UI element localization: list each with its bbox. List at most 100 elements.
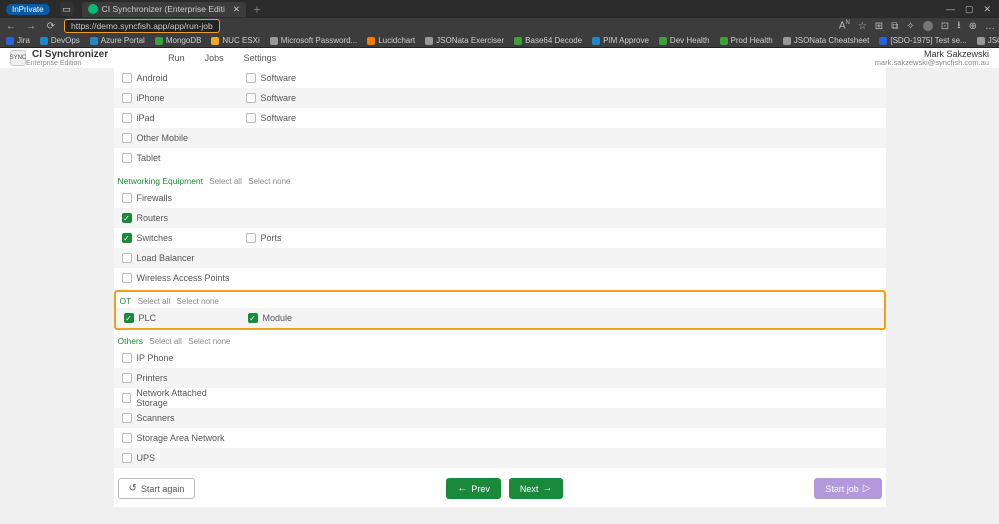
checkbox[interactable] — [122, 433, 132, 443]
menu-icon[interactable]: … — [985, 21, 995, 32]
next-button[interactable]: Next → — [509, 478, 564, 499]
checkbox[interactable] — [122, 133, 132, 143]
checkbox[interactable] — [246, 73, 256, 83]
app-header: SYNC CI Synchronizer Enterprise Edition … — [0, 48, 999, 68]
checkbox[interactable] — [122, 393, 132, 403]
downloads-icon[interactable]: ⭳ — [957, 18, 961, 35]
nav-forward-icon[interactable]: → — [24, 19, 38, 33]
ext-icon[interactable]: AN — [839, 20, 850, 31]
nav-settings[interactable]: Settings — [244, 53, 277, 63]
bookmark-item[interactable]: DevOps — [40, 36, 80, 45]
option-label: Storage Area Network — [137, 433, 225, 443]
bookmark-item[interactable]: [SDO-1975] Test se... — [879, 36, 966, 45]
ext2-icon[interactable]: ⊞ — [875, 21, 883, 32]
checkbox[interactable] — [122, 253, 132, 263]
restart-icon: ↺ — [129, 483, 137, 494]
app-subtitle: Enterprise Edition — [26, 60, 108, 67]
option-row: Load Balancer — [114, 248, 886, 268]
select-none-ot[interactable]: Select none — [177, 297, 219, 306]
option-row: UPS — [114, 448, 886, 468]
nav-reload-icon[interactable]: ⟳ — [44, 19, 58, 33]
tab-title: CI Synchronizer (Enterprise Editi — [102, 4, 225, 14]
checkbox[interactable]: ✓ — [248, 313, 258, 323]
checkbox[interactable] — [122, 73, 132, 83]
option-label: Printers — [137, 373, 168, 383]
bookmark-item[interactable]: PIM Approve — [592, 36, 649, 45]
bookmark-favicon-icon — [720, 37, 728, 45]
new-tab-button[interactable]: ＋ — [250, 2, 264, 16]
window-icon[interactable]: ▭ — [60, 2, 74, 16]
bookmark-bar: Jira DevOps Azure Portal MongoDB NUC ESXi Mic… — [0, 34, 999, 48]
select-none-others[interactable]: Select none — [188, 337, 230, 346]
checkbox[interactable]: ✓ — [122, 213, 132, 223]
checkbox[interactable]: ✓ — [122, 233, 132, 243]
section-title-networking: Networking Equipment — [118, 176, 204, 186]
bookmark-favicon-icon — [367, 37, 375, 45]
option-label: Load Balancer — [137, 253, 195, 263]
option-row: ✓SwitchesPorts — [114, 228, 886, 248]
checkbox[interactable] — [122, 153, 132, 163]
nav-back-icon[interactable]: ← — [4, 19, 18, 33]
ext3-icon[interactable]: ✧ — [906, 21, 914, 32]
browser-tab[interactable]: CI Synchronizer (Enterprise Editi ✕ — [82, 2, 246, 17]
bookmark-item[interactable]: Azure Portal — [90, 36, 145, 45]
select-all-ot[interactable]: Select all — [138, 297, 170, 306]
ext5-icon[interactable]: ⊕ — [969, 21, 977, 32]
bookmark-item[interactable]: MongoDB — [155, 36, 202, 45]
bookmark-item[interactable]: NUC ESXi — [211, 36, 259, 45]
bookmark-item[interactable]: Base64 Decode — [514, 36, 582, 45]
checkbox[interactable] — [122, 193, 132, 203]
window-minimize-icon[interactable]: — — [946, 4, 955, 15]
bookmark-favicon-icon — [40, 37, 48, 45]
browser-toolbar: ← → ⟳ https://demo.syncfish.app/app/run-… — [0, 18, 999, 34]
bookmark-favicon-icon — [6, 37, 14, 45]
checkbox[interactable] — [246, 93, 256, 103]
checkbox[interactable] — [122, 113, 132, 123]
ext4-icon[interactable]: ⊡ — [941, 21, 949, 32]
address-bar[interactable]: https://demo.syncfish.app/app/run-job — [64, 19, 220, 33]
collections-icon[interactable]: ⧉ — [891, 21, 898, 32]
bookmark-item[interactable]: Prod Health — [720, 36, 773, 45]
next-label: Next — [520, 484, 539, 494]
checkbox[interactable] — [246, 233, 256, 243]
page-viewport: SYNC CI Synchronizer Enterprise Edition … — [0, 48, 999, 524]
bookmark-item[interactable]: JSONata Exerciser — [425, 36, 504, 45]
bookmark-favicon-icon — [592, 37, 600, 45]
bookmark-favicon-icon — [211, 37, 219, 45]
bookmark-item[interactable]: Microsoft Password... — [270, 36, 357, 45]
nav-run[interactable]: Run — [168, 53, 185, 63]
start-again-button[interactable]: ↺ Start again — [118, 478, 196, 499]
checkbox[interactable] — [122, 413, 132, 423]
bookmark-item[interactable]: Dev Health — [659, 36, 710, 45]
section-head-networking: Networking Equipment Select all Select n… — [114, 168, 886, 188]
checkbox[interactable] — [122, 373, 132, 383]
bookmark-label: Microsoft Password... — [281, 36, 357, 45]
option-row: iPadSoftware — [114, 108, 886, 128]
checkbox[interactable] — [122, 453, 132, 463]
option-label: UPS — [137, 453, 156, 463]
tab-close-icon[interactable]: ✕ — [233, 4, 240, 15]
checkbox[interactable] — [246, 113, 256, 123]
window-maximize-icon[interactable]: ▢ — [965, 4, 974, 15]
browser-titlebar: InPrivate ▭ CI Synchronizer (Enterprise … — [0, 0, 999, 18]
checkbox[interactable] — [122, 273, 132, 283]
select-all-networking[interactable]: Select all — [209, 177, 241, 186]
bookmark-item[interactable]: Lucidchart — [367, 36, 415, 45]
start-job-button[interactable]: Start job ▷ — [814, 478, 881, 499]
favorites-icon[interactable]: ☆ — [858, 21, 867, 32]
option-label: Switches — [137, 233, 173, 243]
nav-jobs[interactable]: Jobs — [205, 53, 224, 63]
option-label: Other Mobile — [137, 133, 189, 143]
profile-icon[interactable] — [923, 21, 933, 31]
select-none-networking[interactable]: Select none — [248, 177, 290, 186]
wizard-footer: ↺ Start again ← Prev Next → Start job ▷ — [114, 468, 886, 507]
checkbox[interactable] — [122, 93, 132, 103]
bookmark-item[interactable]: JSONata Cheatsheet — [783, 36, 870, 45]
bookmark-item[interactable]: JSON Diff — [977, 36, 999, 45]
prev-button[interactable]: ← Prev — [446, 478, 501, 499]
bookmark-item[interactable]: Jira — [6, 36, 30, 45]
checkbox[interactable]: ✓ — [124, 313, 134, 323]
checkbox[interactable] — [122, 353, 132, 363]
select-all-others[interactable]: Select all — [149, 337, 181, 346]
window-close-icon[interactable]: ✕ — [983, 4, 991, 15]
